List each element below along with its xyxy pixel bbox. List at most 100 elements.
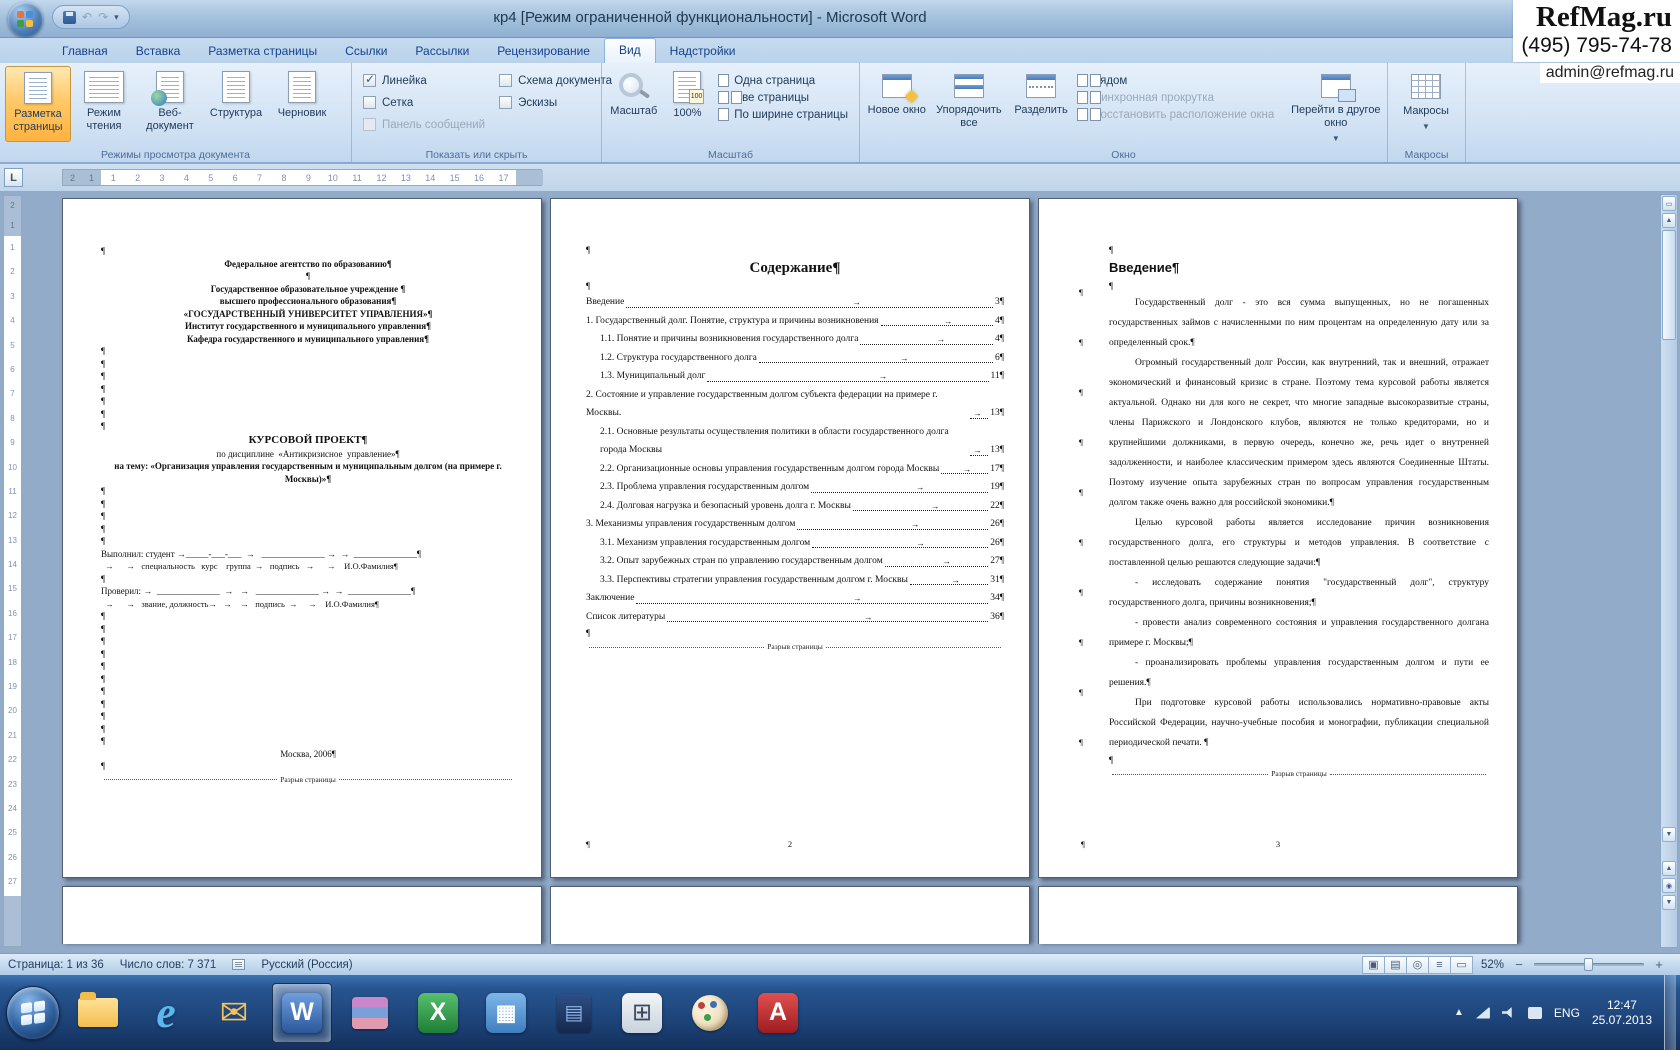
document-line: ¶: [1109, 243, 1489, 257]
zoom-option-button[interactable]: Одна страница: [718, 74, 848, 87]
adobe-reader-icon[interactable]: A: [748, 983, 808, 1043]
language-switcher[interactable]: ENG: [1554, 1006, 1580, 1020]
taskbar: e ✉ W X ▦ ▤ ⊞ A: [0, 975, 1680, 1050]
ruler-number: 19: [4, 675, 21, 699]
tab-leader: →: [667, 621, 988, 622]
view-shortcut-button[interactable]: ▤: [1384, 956, 1407, 974]
horizontal-ruler[interactable]: 21 1234567891011121314151617: [62, 169, 542, 186]
network-icon[interactable]: [1476, 1007, 1490, 1019]
vertical-ruler[interactable]: 21 1234567891011121314151617181920212223…: [3, 195, 22, 947]
macros-button[interactable]: Макросы ▼: [1393, 66, 1459, 142]
document-line: Разрыв страницы: [101, 773, 515, 786]
hidden-icons-chevron[interactable]: ▲: [1454, 1007, 1464, 1018]
document-page-5-partial[interactable]: [550, 886, 1030, 944]
volume-icon[interactable]: [1502, 1007, 1516, 1019]
document-page-3[interactable]: ¶¶¶¶¶¶¶¶¶¶ ¶ Введение¶ ¶ Государственный…: [1038, 198, 1518, 878]
window-option-button[interactable]: Синхронная прокрутка: [1077, 91, 1284, 104]
ruler-number: 16: [467, 170, 491, 185]
ruler-toggle-button[interactable]: ▭: [1662, 196, 1676, 211]
document-page-6-partial[interactable]: [1038, 886, 1518, 944]
spellcheck-icon[interactable]: [232, 959, 245, 970]
action-center-icon[interactable]: [1528, 1007, 1542, 1019]
new-window-button[interactable]: Новое окно: [865, 66, 929, 142]
ribbon-tab[interactable]: Вид: [604, 38, 656, 63]
view-shortcut-button[interactable]: ▣: [1362, 956, 1385, 974]
zoom-slider-thumb[interactable]: [1584, 958, 1593, 971]
view-shortcut-button[interactable]: ≡: [1428, 956, 1451, 974]
scroll-down-button[interactable]: ▼: [1662, 827, 1676, 842]
ribbon-tab[interactable]: Вставка: [122, 40, 195, 63]
language-indicator[interactable]: Русский (Россия): [261, 959, 352, 971]
document-line: КУРСОВОЙ ПРОЕКТ¶: [101, 433, 515, 448]
checkbox-row[interactable]: Линейка: [363, 72, 485, 89]
ribbon-tab-strip: Главная Вставка Разметка страницы Ссылки…: [0, 38, 1680, 63]
ruler-number: 13: [4, 529, 21, 553]
taskbar-clock[interactable]: 12:47 25.07.2013: [1592, 998, 1652, 1028]
explorer-icon[interactable]: [68, 983, 128, 1043]
paint-icon[interactable]: [680, 983, 740, 1043]
ribbon-tab[interactable]: Главная: [48, 40, 122, 63]
excel-icon[interactable]: X: [408, 983, 468, 1043]
calculator-icon[interactable]: ⊞: [612, 983, 672, 1043]
word-count[interactable]: Число слов: 7 371: [120, 959, 217, 971]
view-mode-button[interactable]: Черновик: [269, 66, 335, 142]
word-icon[interactable]: W: [272, 983, 332, 1043]
view-shortcut-button[interactable]: ◎: [1406, 956, 1429, 974]
blue-app-icon[interactable]: ▦: [476, 983, 536, 1043]
zoom-option-button[interactable]: Две страницы: [718, 91, 848, 104]
vertical-scrollbar[interactable]: ▭ ▲ ▼ ▲ ◉ ▼: [1660, 194, 1678, 948]
zoom-option-button[interactable]: По ширине страницы: [718, 108, 848, 121]
zoom-out-button[interactable]: −: [1512, 957, 1526, 972]
arrange-all-icon: [954, 74, 984, 98]
outlook-icon[interactable]: ✉: [204, 983, 264, 1043]
view-shortcut-button[interactable]: ▭: [1450, 956, 1473, 974]
ribbon-tab[interactable]: Надстройки: [656, 40, 750, 63]
ribbon-tab[interactable]: Рассылки: [401, 40, 483, 63]
ribbon-tab[interactable]: Ссылки: [331, 40, 401, 63]
document-page-1[interactable]: ¶ Федеральное агентство по образованию¶ …: [62, 198, 542, 878]
ribbon-tab[interactable]: Рецензирование: [483, 40, 604, 63]
switch-windows-button[interactable]: Перейти в другое окно ▼: [1290, 66, 1382, 145]
one-page-icon: [718, 74, 729, 87]
scroll-up-button[interactable]: ▲: [1662, 213, 1676, 228]
start-button[interactable]: [6, 986, 60, 1040]
scrollbar-thumb[interactable]: [1662, 230, 1676, 340]
page-indicator[interactable]: Страница: 1 из 36: [8, 959, 104, 971]
document-page-4-partial[interactable]: [62, 886, 542, 944]
zoom-100-button[interactable]: 100 100%: [661, 66, 715, 142]
document-page-2[interactable]: ¶ Содержание¶ ¶ Введение → 3¶ 1. Государ…: [550, 198, 1030, 878]
previous-page-button[interactable]: ▲: [1662, 861, 1676, 876]
view-mode-button[interactable]: Структура: [203, 66, 269, 142]
checkbox-row[interactable]: Панель сообщений: [363, 116, 485, 133]
winrar-icon[interactable]: [340, 983, 400, 1043]
internet-explorer-icon[interactable]: e: [136, 983, 196, 1043]
zoom-slider[interactable]: [1534, 963, 1644, 966]
tab-arrow-mark: →: [879, 367, 888, 386]
checkbox-label: Схема документа: [518, 75, 612, 87]
window-option-button[interactable]: Рядом: [1077, 74, 1284, 87]
server-icon[interactable]: ▤: [544, 983, 604, 1043]
zoom-button-label: Масштаб: [610, 105, 657, 118]
split-button[interactable]: Разделить: [1009, 66, 1073, 142]
document-line: Разрыв страницы: [1109, 767, 1489, 781]
next-page-button[interactable]: ▼: [1662, 895, 1676, 910]
ribbon-tab[interactable]: Разметка страницы: [194, 40, 331, 63]
zoom-level[interactable]: 52%: [1481, 959, 1504, 971]
view-mode-button[interactable]: Веб-документ: [137, 66, 203, 142]
select-browse-object-button[interactable]: ◉: [1662, 878, 1676, 893]
tab-arrow-mark: →: [973, 441, 982, 460]
checkbox-row[interactable]: Эскизы: [499, 94, 612, 111]
tab-leader: →: [885, 566, 988, 567]
checkbox-row[interactable]: Схема документа: [499, 72, 612, 89]
checkbox-row[interactable]: Сетка: [363, 94, 485, 111]
view-mode-button[interactable]: Режим чтения: [71, 66, 137, 142]
zoom-button[interactable]: Масштаб: [607, 66, 661, 142]
show-desktop-button[interactable]: [1664, 975, 1676, 1050]
zoom-in-button[interactable]: +: [1652, 957, 1666, 972]
arrange-all-button[interactable]: Упорядочить все: [929, 66, 1010, 142]
view-mode-button[interactable]: Разметка страницы: [5, 66, 71, 142]
tab-stop-selector[interactable]: L: [4, 168, 23, 187]
tab-leader: →: [941, 473, 988, 474]
ruler-number: 15: [4, 577, 21, 601]
window-option-button[interactable]: Восстановить расположение окна: [1077, 108, 1284, 121]
